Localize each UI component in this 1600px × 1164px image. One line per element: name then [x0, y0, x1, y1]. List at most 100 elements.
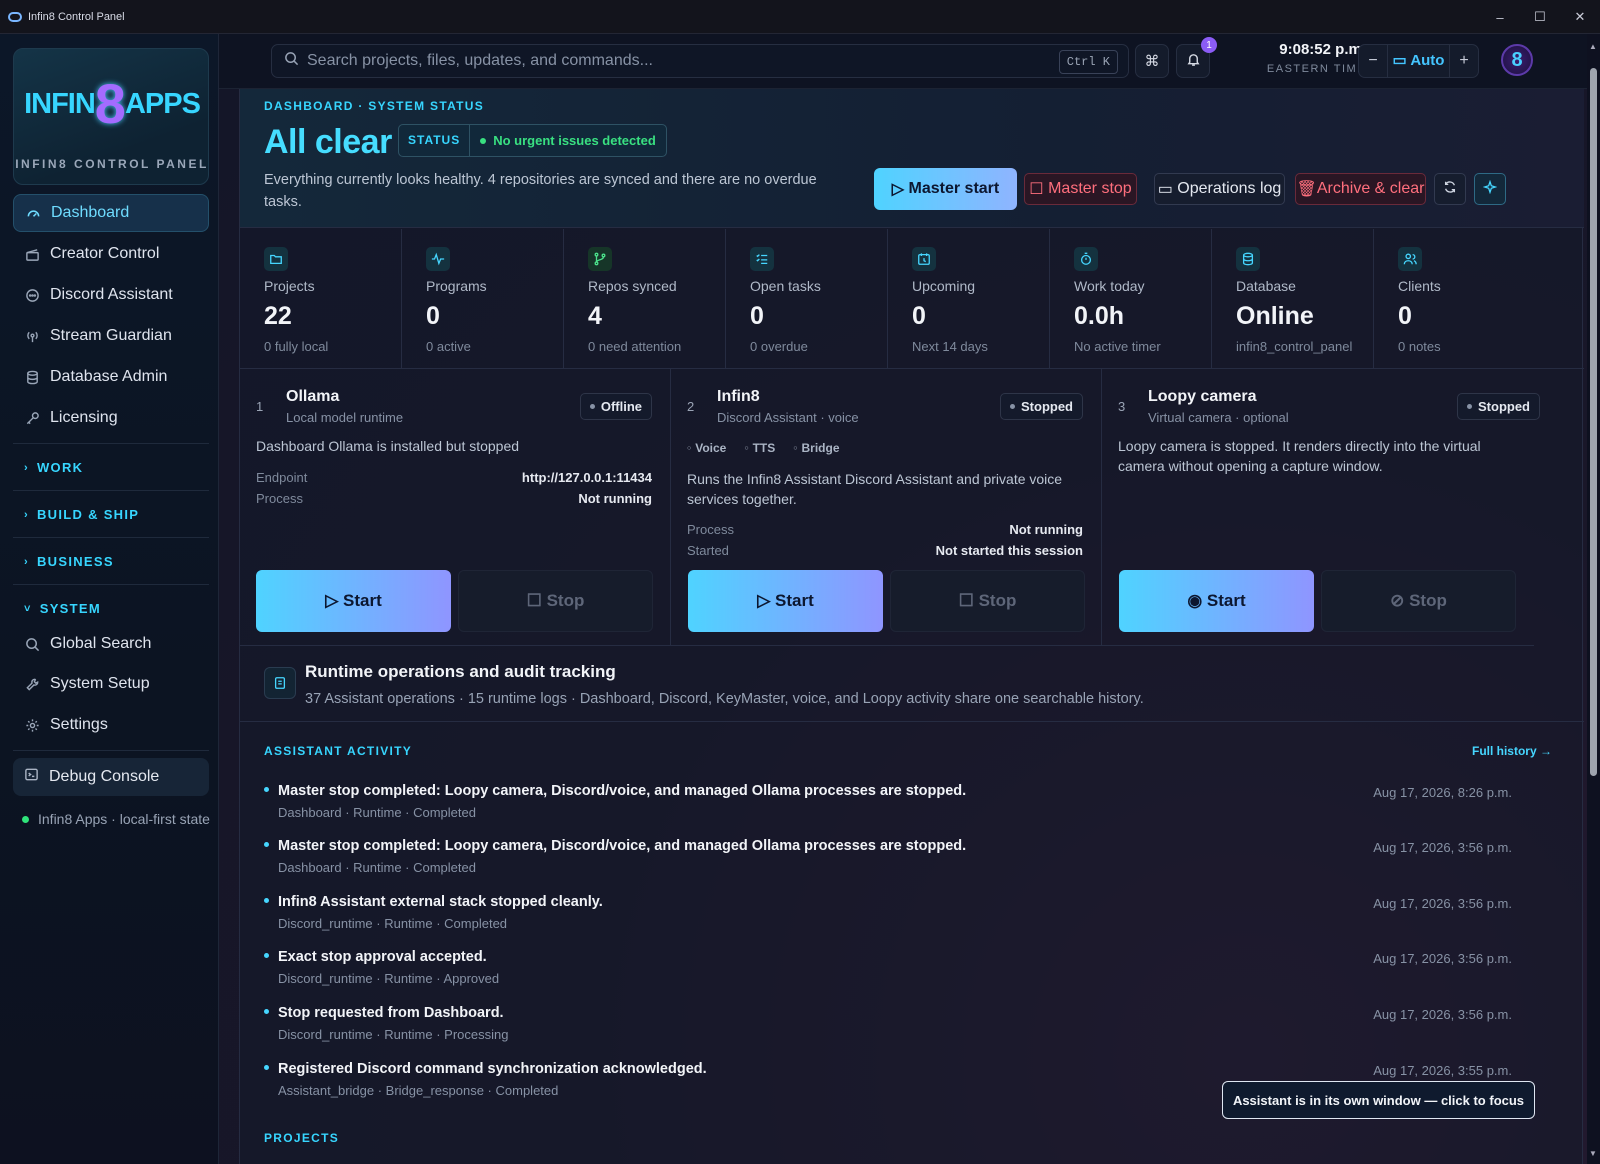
maximize-button[interactable]: ☐	[1520, 0, 1560, 34]
section-label: BUSINESS	[36, 554, 114, 569]
bullet	[264, 1065, 269, 1070]
logo-eight: 8	[94, 72, 126, 135]
sidebar-divider	[13, 584, 209, 585]
stat-sub: No active timer	[1074, 339, 1161, 354]
service-message: Runs the Infin8 Assistant Discord Assist…	[687, 471, 1063, 507]
row-key: Started	[687, 543, 729, 558]
activity-meta: Discord_runtime · Runtime · Completed	[278, 916, 508, 931]
operations-log-button[interactable]: ▭ Operations log	[1154, 173, 1285, 205]
chevron-right-icon: ›	[24, 461, 29, 474]
scrollbar[interactable]: ▲ ▼	[1587, 34, 1600, 1164]
service-description: Virtual camera · optional	[1148, 410, 1289, 425]
clapperboard-icon	[24, 246, 40, 262]
master-start-button[interactable]: ▷ Master start	[874, 168, 1017, 210]
stat-work-today[interactable]: Work today 0.0h No active timer	[1050, 229, 1212, 369]
sidebar-section-build-ship[interactable]: › BUILD & SHIP	[24, 507, 139, 522]
search-input[interactable]: Search projects, files, updates, and com…	[271, 44, 1129, 78]
sidebar-section-system[interactable]: ˅ SYSTEM	[24, 601, 101, 616]
minimize-button[interactable]: –	[1480, 0, 1520, 34]
service-number: 3	[1118, 399, 1126, 414]
sidebar-item-licensing[interactable]: Licensing	[13, 399, 209, 437]
logo-right: APPS	[124, 88, 201, 120]
activity-date: Aug 17, 2026, 3:56 p.m.	[1373, 1007, 1512, 1022]
service-row-process: Process Not running	[687, 522, 1083, 537]
sidebar-item-global-search[interactable]: Global Search	[13, 625, 209, 663]
play-icon: ▷	[325, 591, 344, 610]
brand-logo-card[interactable]: INFIN8APPS INFIN8 CONTROL PANEL	[13, 48, 209, 185]
sidebar-divider	[13, 537, 209, 538]
archive-clear-button[interactable]: 🗑︎ Archive & clear	[1295, 173, 1426, 205]
display-mode-label: Auto	[1410, 52, 1445, 69]
display-mode-control: − ▭ Auto +	[1358, 44, 1479, 78]
stop-square-icon: ☐	[1029, 181, 1049, 198]
service-description: Local model runtime	[286, 410, 404, 425]
close-button[interactable]: ✕	[1560, 0, 1600, 34]
sidebar-item-database-admin[interactable]: Database Admin	[13, 358, 209, 396]
full-history-link[interactable]: Full history →	[1472, 744, 1552, 758]
scrollbar-thumb[interactable]	[1590, 68, 1597, 776]
sidebar-item-label: Dashboard	[51, 204, 130, 221]
stopwatch-icon	[1074, 247, 1098, 271]
activity-title: Infin8 Assistant external stack stopped …	[278, 894, 603, 910]
increase-button[interactable]: +	[1450, 52, 1478, 70]
section-title: Runtime operations and audit tracking	[305, 662, 616, 681]
stat-database[interactable]: Database Online infin8_control_panel	[1212, 229, 1374, 369]
status-value: No urgent issues detected	[470, 133, 666, 148]
stat-sub: infin8_control_panel	[1236, 339, 1353, 354]
activity-date: Aug 17, 2026, 3:56 p.m.	[1373, 840, 1512, 855]
sidebar-item-dashboard[interactable]: Dashboard	[13, 194, 209, 232]
database-icon	[1236, 247, 1260, 271]
sidebar-footer: Infin8 Apps · local-first state	[22, 808, 212, 830]
stat-value: Online	[1236, 302, 1314, 330]
stat-clients[interactable]: Clients 0 0 notes	[1374, 229, 1536, 369]
sidebar-item-settings[interactable]: Settings	[13, 706, 209, 744]
loopy-start-button[interactable]: ◉ Start	[1119, 570, 1314, 632]
calendar-clock-icon	[912, 247, 936, 271]
notifications-button[interactable]: 1	[1176, 37, 1217, 78]
sidebar-item-label: Creator Control	[50, 245, 160, 262]
stat-upcoming[interactable]: Upcoming 0 Next 14 days	[888, 229, 1050, 369]
gauge-icon	[25, 205, 41, 221]
ollama-stop-button[interactable]: ☐ Stop	[458, 570, 653, 632]
clock-time: 9:08:52 p.m.	[1279, 41, 1366, 58]
decrease-button[interactable]: −	[1359, 52, 1387, 70]
folder-icon	[264, 247, 288, 271]
sidebar-divider	[13, 490, 209, 491]
scroll-up-icon[interactable]: ▲	[1589, 42, 1597, 51]
bullet	[264, 953, 269, 958]
master-stop-button[interactable]: ☐ Master stop	[1024, 173, 1137, 205]
sidebar-section-work[interactable]: › WORK	[24, 460, 83, 475]
tag-tts: TTS	[744, 441, 776, 455]
chevron-down-icon: ˅	[24, 602, 32, 615]
ollama-start-button[interactable]: ▷ Start	[256, 570, 451, 632]
sidebar-item-discord-assistant[interactable]: Discord Assistant	[13, 276, 209, 314]
sidebar-item-system-setup[interactable]: System Setup	[13, 665, 209, 703]
stat-projects[interactable]: Projects 22 0 fully local	[240, 229, 402, 369]
display-mode-toggle[interactable]: ▭ Auto	[1387, 44, 1450, 78]
brand-subtitle: INFIN8 CONTROL PANEL	[15, 157, 209, 171]
service-message: Loopy camera is stopped. It renders dire…	[1118, 438, 1481, 474]
bullet	[264, 787, 269, 792]
infin8-start-button[interactable]: ▷ Start	[688, 570, 883, 632]
avatar[interactable]: 8	[1501, 44, 1533, 76]
button-label: Archive & clear	[1316, 180, 1425, 197]
infin8-stop-button[interactable]: ☐ Stop	[890, 570, 1085, 632]
sparkle-button[interactable]	[1474, 173, 1506, 205]
loopy-stop-button[interactable]: ⊘ Stop	[1321, 570, 1516, 632]
assistant-window-toast[interactable]: Assistant is in its own window — click t…	[1222, 1081, 1535, 1119]
stat-open-tasks[interactable]: Open tasks 0 0 overdue	[726, 229, 888, 369]
runtime-operations-section: Runtime operations and audit tracking 37…	[240, 646, 1584, 722]
stat-programs[interactable]: Programs 0 0 active	[402, 229, 564, 369]
scroll-down-icon[interactable]: ▼	[1589, 1149, 1597, 1158]
dashboard-panel: DASHBOARD · SYSTEM STATUS All clear STAT…	[239, 89, 1584, 1164]
refresh-button[interactable]	[1434, 173, 1466, 205]
section-label: WORK	[36, 460, 84, 475]
sidebar-section-business[interactable]: › BUSINESS	[24, 554, 114, 569]
command-palette-button[interactable]: ⌘	[1135, 44, 1169, 78]
sidebar-item-creator-control[interactable]: Creator Control	[13, 235, 209, 273]
debug-console-button[interactable]: Debug Console	[13, 758, 209, 796]
sidebar-item-stream-guardian[interactable]: Stream Guardian	[13, 317, 209, 355]
trash-icon: 🗑︎	[1296, 181, 1317, 198]
stat-sub: 0 overdue	[750, 339, 808, 354]
stat-repos-synced[interactable]: Repos synced 4 0 need attention	[564, 229, 726, 369]
